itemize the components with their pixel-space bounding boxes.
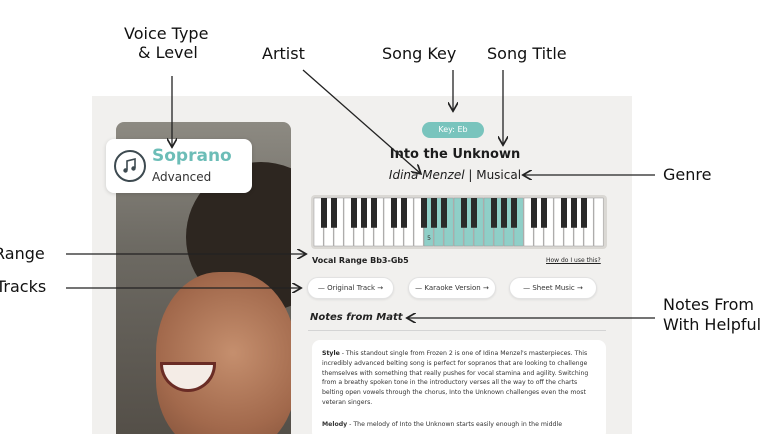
annotation-range: Range: [0, 244, 45, 263]
annotation-voice-level: & Level: [138, 43, 198, 62]
vocal-range-label: Vocal Range Bb3-Gb5: [312, 256, 409, 265]
black-key: [421, 198, 427, 228]
song-title: Into the Unknown: [389, 147, 521, 162]
music-note-icon: [114, 150, 146, 182]
black-key: [511, 198, 517, 228]
white-key: [593, 197, 604, 247]
sheet-music-button[interactable]: — Sheet Music →: [509, 277, 597, 299]
keyboard-marker: 5: [427, 235, 431, 242]
voice-type: Soprano: [152, 146, 232, 166]
photo-face: [156, 272, 291, 434]
meta-separator: |: [464, 168, 477, 182]
black-key: [531, 198, 537, 228]
black-key: [401, 198, 407, 228]
arrow-right-icon: →: [482, 284, 489, 292]
melody-heading: Melody: [322, 421, 348, 428]
black-key: [371, 198, 377, 228]
black-key: [391, 198, 397, 228]
black-key: [361, 198, 367, 228]
arrow-right-icon: →: [576, 284, 583, 292]
black-key: [431, 198, 437, 228]
black-key: [321, 198, 327, 228]
notes-divider: [308, 330, 606, 331]
sheet-music-label: Sheet Music: [532, 284, 575, 292]
karaoke-version-label: Karaoke Version: [424, 284, 481, 292]
voice-level: Advanced: [152, 170, 212, 184]
style-heading: Style: [322, 350, 340, 357]
range-help-link[interactable]: How do I use this?: [546, 257, 601, 264]
notes-title: Notes from Matt: [310, 312, 403, 323]
annotation-genre: Genre: [663, 165, 712, 184]
notes-melody-paragraph: Melody - The melody of Into the Unknown …: [322, 420, 598, 430]
annotation-artist: Artist: [262, 44, 305, 63]
annotation-voice-type: Voice Type: [124, 24, 209, 43]
vocal-range-keyboard: 5: [311, 195, 607, 249]
song-genre: Musical: [476, 168, 522, 182]
notes-style-paragraph: Style - This standout single from Frozen…: [322, 349, 598, 408]
annotation-tracks: Tracks: [0, 277, 47, 296]
black-key: [541, 198, 547, 228]
black-key: [561, 198, 567, 228]
black-key: [461, 198, 467, 228]
annotation-notes-line2: With Helpful: [663, 315, 762, 334]
black-key: [581, 198, 587, 228]
original-track-label: Original Track: [327, 284, 376, 292]
black-key: [501, 198, 507, 228]
black-key: [351, 198, 357, 228]
song-meta: Idina Menzel | Musical: [330, 168, 580, 182]
keyboard-graphic: 5: [313, 197, 604, 247]
arrow-right-icon: →: [377, 284, 384, 292]
annotation-song-key: Song Key: [382, 44, 457, 63]
song-key-badge: Key: Eb: [422, 122, 484, 138]
annotation-song-title: Song Title: [487, 44, 567, 63]
black-key: [571, 198, 577, 228]
song-artist: Idina Menzel: [388, 168, 465, 182]
style-text: - This standout single from Frozen 2 is …: [322, 350, 589, 406]
melody-text: - The melody of Into the Unknown starts …: [347, 421, 563, 428]
black-key: [491, 198, 497, 228]
black-key: [441, 198, 447, 228]
black-key: [331, 198, 337, 228]
black-key: [471, 198, 477, 228]
karaoke-version-button[interactable]: — Karaoke Version →: [408, 277, 496, 299]
original-track-button[interactable]: — Original Track →: [307, 277, 394, 299]
annotation-notes-line1: Notes From: [663, 295, 754, 314]
voice-type-card: Soprano Advanced: [106, 139, 252, 193]
